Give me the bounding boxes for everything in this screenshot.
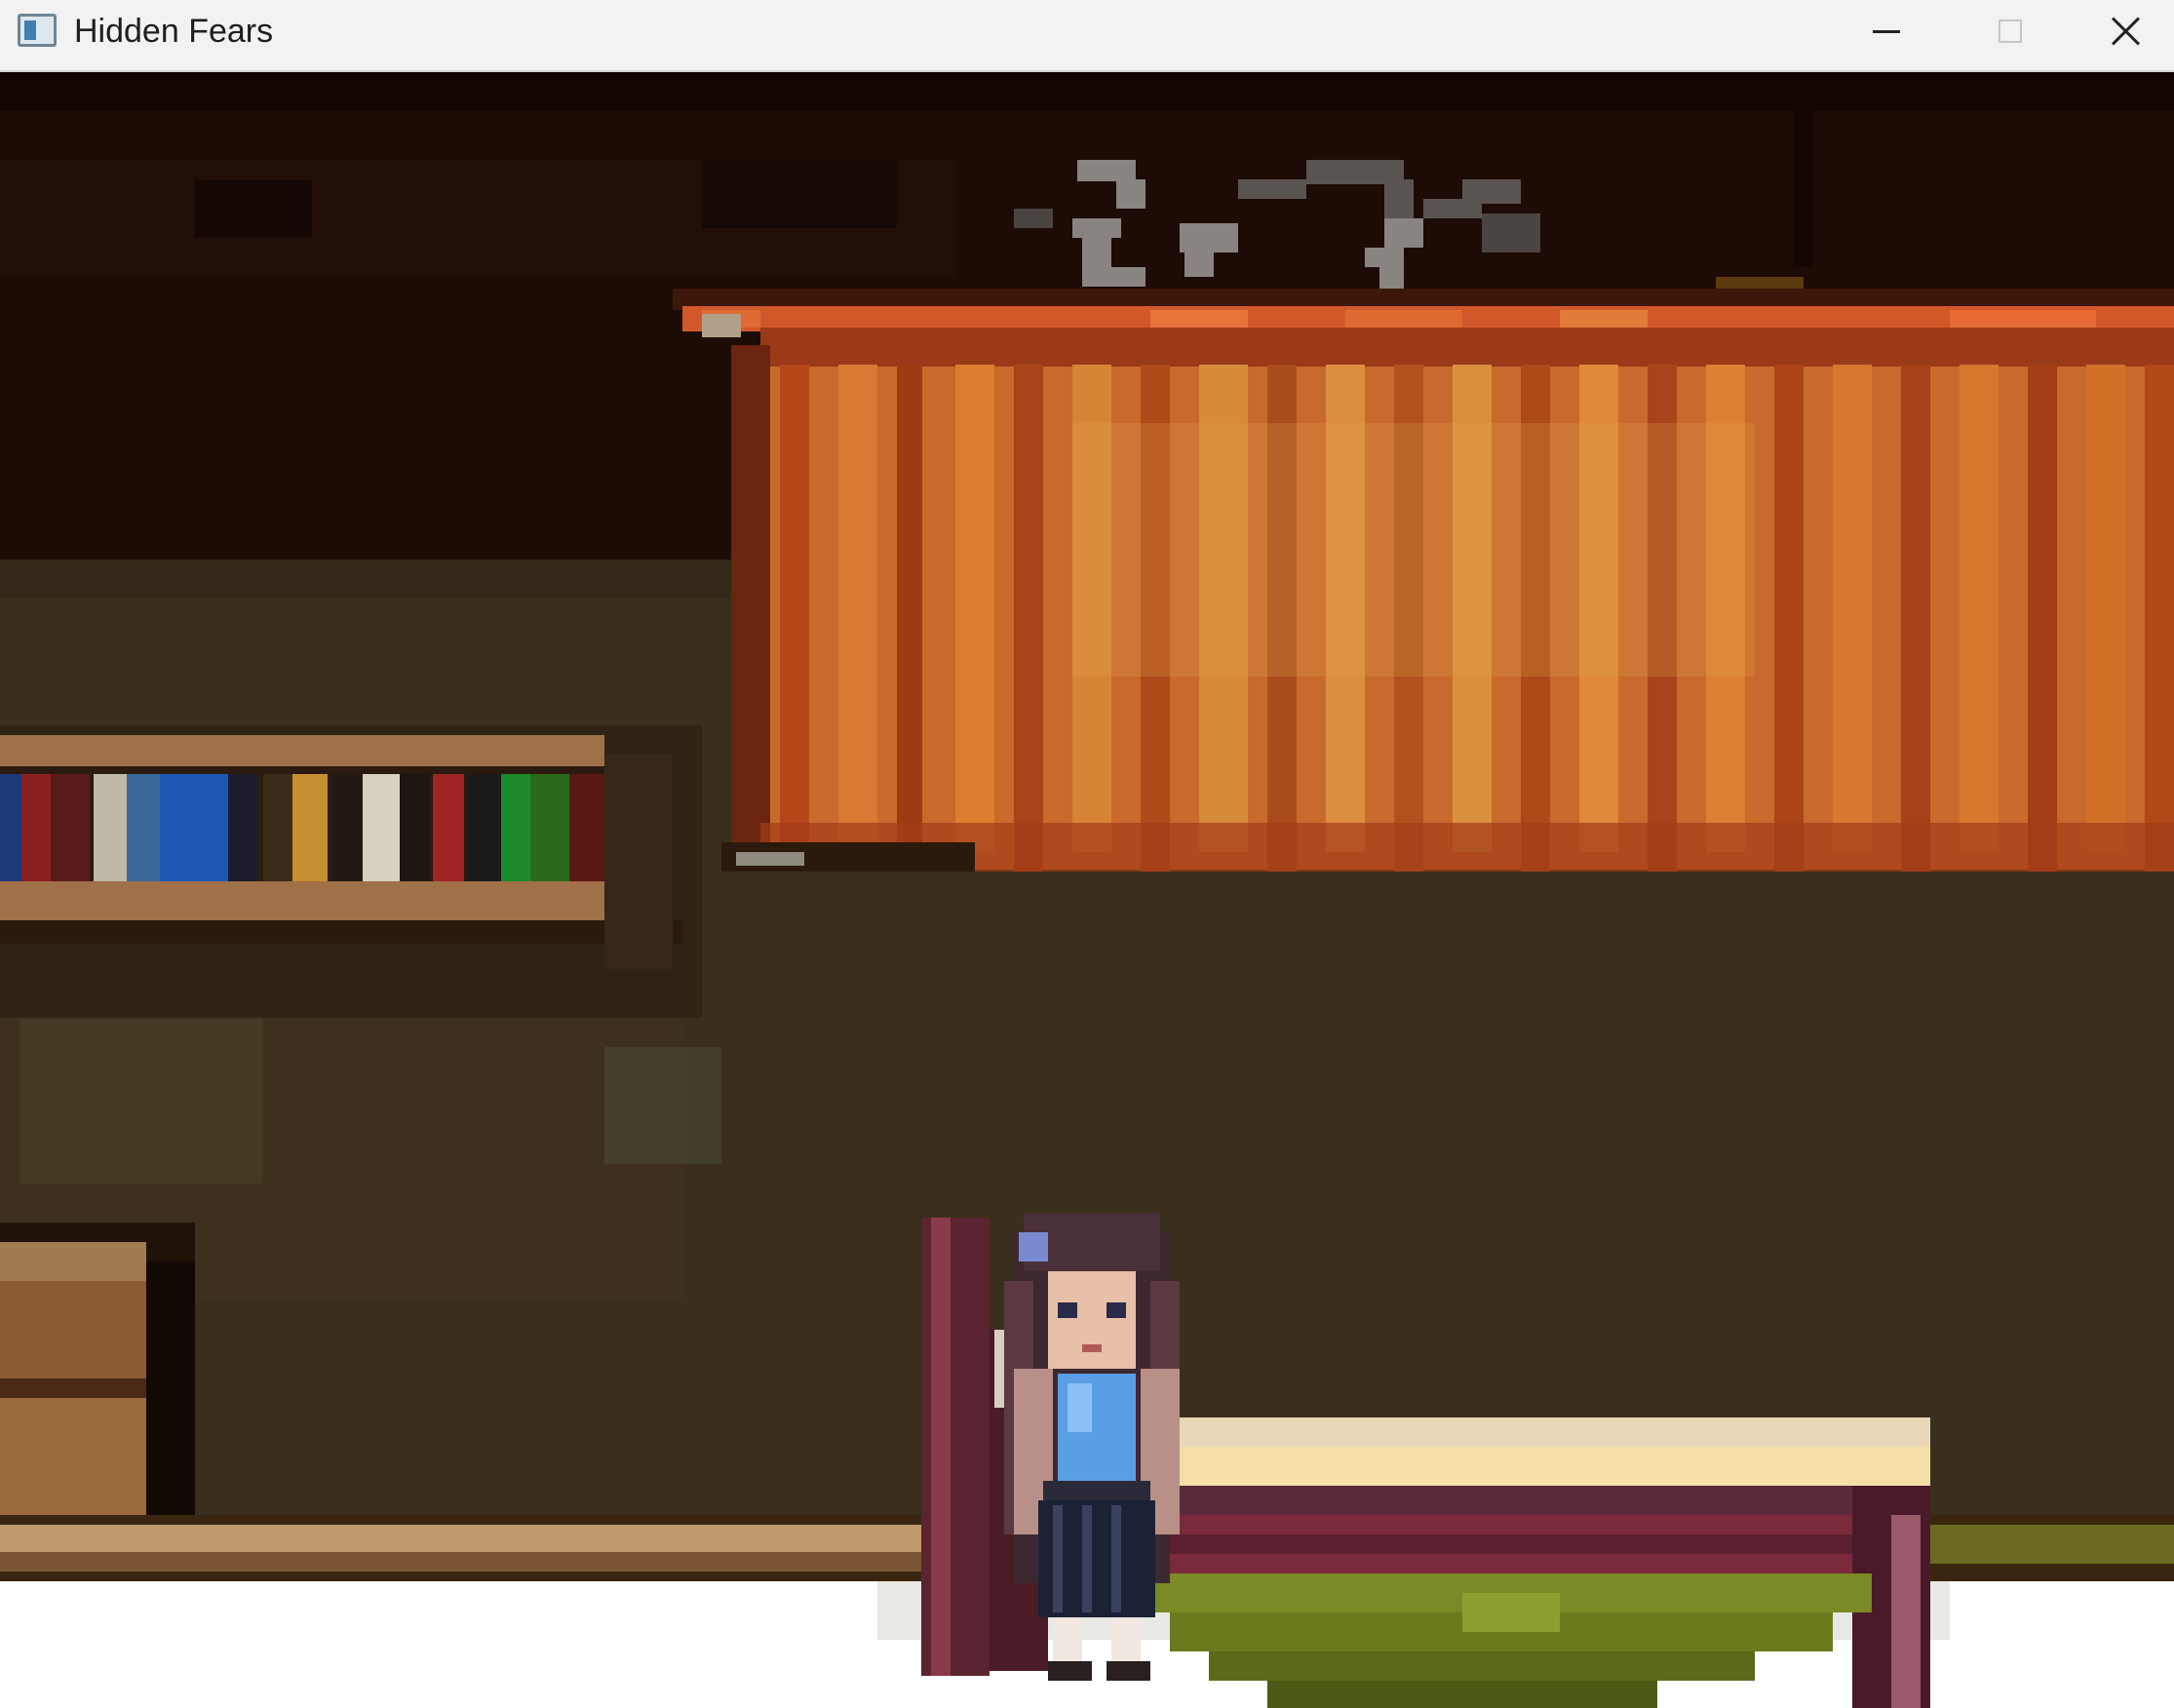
maximize-icon (1999, 19, 2022, 43)
maximize-button[interactable] (1952, 0, 2069, 62)
game-scene (0, 72, 2174, 1708)
title-bar[interactable]: Hidden Fears (0, 0, 2174, 72)
app-window-icon (18, 14, 57, 47)
minimize-button[interactable] (1828, 0, 1945, 62)
close-button[interactable] (2077, 0, 2174, 62)
window-curtain (721, 328, 2174, 872)
window-title: Hidden Fears (74, 13, 274, 50)
game-viewport[interactable] (0, 72, 2174, 1708)
minimize-icon (1873, 29, 1900, 33)
close-icon (2111, 17, 2140, 46)
game-window: Hidden Fears (0, 0, 2174, 1708)
